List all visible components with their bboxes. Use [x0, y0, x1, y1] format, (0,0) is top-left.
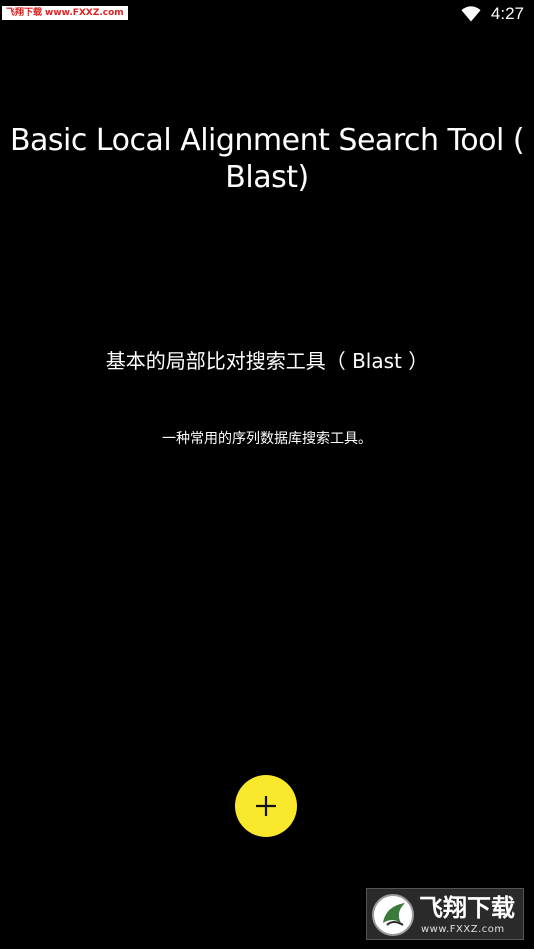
plus-icon — [256, 796, 276, 816]
status-indicators: 4:27 — [461, 3, 524, 25]
watermark-banner: 飞翔下载 www.FXXZ.com — [2, 6, 128, 20]
site-logo-icon — [372, 894, 414, 936]
subtitle-chinese: 基本的局部比对搜索工具（ Blast ） — [105, 349, 429, 373]
app-title: Basic Local Alignment Search Tool ( Blas… — [9, 123, 525, 195]
watermark-logo-badge: 飞翔下载 www.FXXZ.com — [366, 888, 524, 940]
description-chinese: 一种常用的序列数据库搜索工具。 — [162, 431, 372, 447]
watermark-url: www.FXXZ.com — [45, 8, 124, 18]
wifi-icon — [461, 6, 481, 22]
add-button[interactable] — [235, 775, 297, 837]
watermark-brand-url: www.FXXZ.com — [421, 924, 505, 935]
watermark-brand-text: 飞翔下载 — [419, 894, 515, 922]
status-time: 4:27 — [490, 4, 524, 23]
status-bar: 飞翔下载 www.FXXZ.com 4:27 — [0, 0, 534, 28]
watermark-text: 飞翔下载 — [6, 8, 43, 18]
app-screen: 飞翔下载 www.FXXZ.com 4:27 Basic Local Alignm… — [0, 0, 534, 949]
